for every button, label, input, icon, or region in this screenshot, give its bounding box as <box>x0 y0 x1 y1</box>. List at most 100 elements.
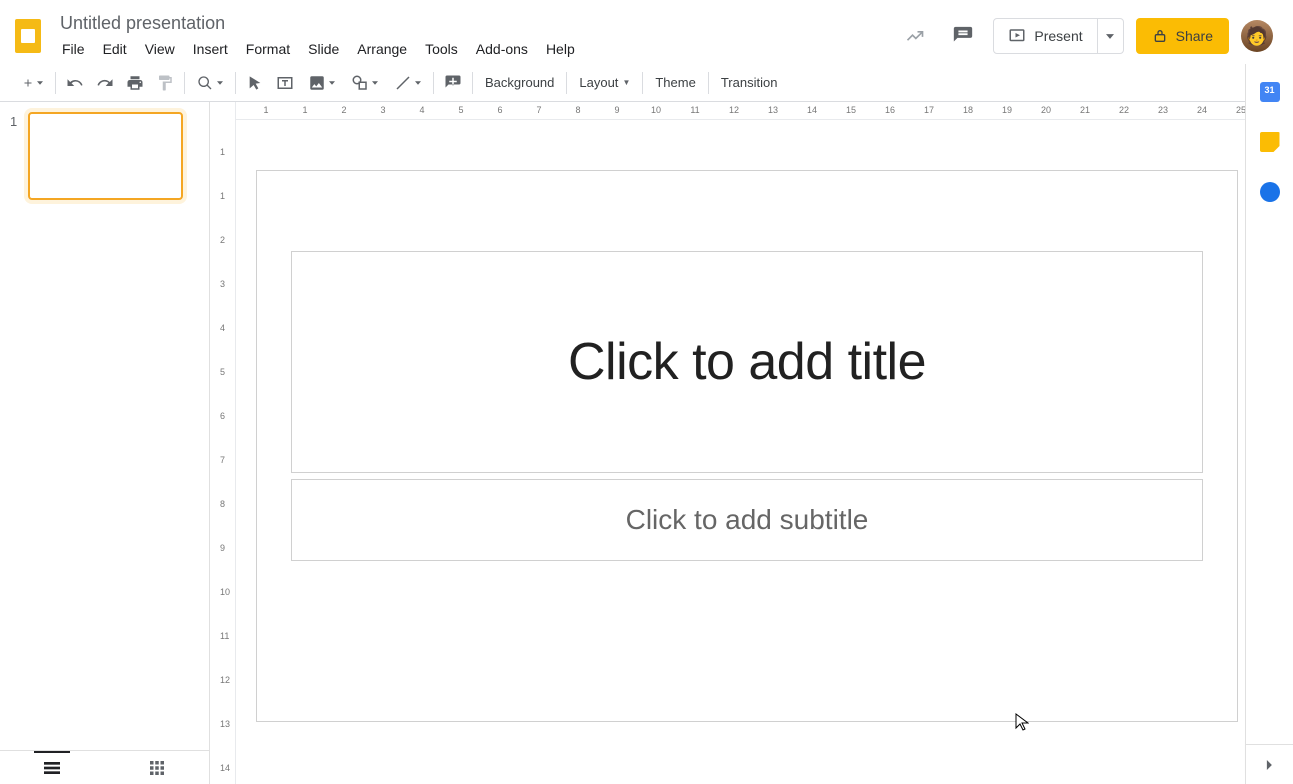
filmstrip-strip-view[interactable] <box>0 751 105 784</box>
insert-comment-button[interactable] <box>440 70 466 96</box>
background-button[interactable]: Background <box>477 70 562 96</box>
menu-file[interactable]: File <box>54 37 93 61</box>
ruler-tick: 5 <box>220 367 225 377</box>
menu-addons[interactable]: Add-ons <box>468 37 536 61</box>
slide-canvas[interactable]: Click to add title Click to add subtitle <box>256 170 1238 722</box>
zoom-button[interactable] <box>191 70 229 96</box>
ruler-tick: 11 <box>690 105 699 115</box>
tasks-addon-icon[interactable] <box>1260 182 1280 202</box>
menu-arrange[interactable]: Arrange <box>349 37 415 61</box>
shape-button[interactable] <box>345 70 384 96</box>
horizontal-ruler: 1123456789101112131415161718192021222324… <box>236 102 1293 120</box>
account-avatar[interactable]: 🧑 <box>1241 20 1273 52</box>
menu-edit[interactable]: Edit <box>95 37 135 61</box>
ruler-tick: 1 <box>220 191 225 201</box>
ruler-tick: 11 <box>220 631 229 641</box>
select-tool-button[interactable] <box>242 70 268 96</box>
ruler-tick: 19 <box>1002 105 1012 115</box>
ruler-tick: 8 <box>220 499 225 509</box>
mouse-cursor-icon <box>1015 713 1029 731</box>
ruler-tick: 9 <box>614 105 619 115</box>
menu-help[interactable]: Help <box>538 37 583 61</box>
ruler-tick: 16 <box>885 105 895 115</box>
ruler-tick: 23 <box>1158 105 1168 115</box>
ruler-tick: 18 <box>963 105 973 115</box>
ruler-tick: 22 <box>1119 105 1129 115</box>
line-button[interactable] <box>388 70 427 96</box>
menu-tools[interactable]: Tools <box>417 37 466 61</box>
ruler-tick: 4 <box>220 323 225 333</box>
paint-format-button[interactable] <box>152 70 178 96</box>
toolbar-separator <box>642 72 643 94</box>
present-button[interactable]: Present <box>994 19 1096 53</box>
toolbar: Background Layout▼ Theme Transition <box>0 64 1293 102</box>
app-body: 1 11234567891011121314 11234567891011121… <box>0 102 1293 784</box>
toolbar-separator <box>55 72 56 94</box>
layout-button[interactable]: Layout▼ <box>571 70 638 96</box>
title-block: Untitled presentation File Edit View Ins… <box>54 12 897 61</box>
side-panel-toggle[interactable] <box>1246 744 1293 784</box>
ruler-tick: 12 <box>729 105 739 115</box>
present-group: Present <box>993 18 1123 54</box>
ruler-tick: 1 <box>302 105 307 115</box>
new-slide-button[interactable] <box>16 70 49 96</box>
slides-logo[interactable] <box>8 16 48 56</box>
ruler-tick: 9 <box>220 543 225 553</box>
title-placeholder-box[interactable]: Click to add title <box>291 251 1203 473</box>
print-button[interactable] <box>122 70 148 96</box>
ruler-tick: 6 <box>497 105 502 115</box>
redo-button[interactable] <box>92 70 118 96</box>
menu-bar: File Edit View Insert Format Slide Arran… <box>54 37 897 61</box>
ruler-tick: 13 <box>768 105 778 115</box>
ruler-tick: 14 <box>220 763 230 773</box>
toolbar-separator <box>235 72 236 94</box>
ruler-tick: 10 <box>651 105 661 115</box>
ruler-tick: 7 <box>536 105 541 115</box>
document-title[interactable]: Untitled presentation <box>54 12 897 35</box>
textbox-button[interactable] <box>272 70 298 96</box>
menu-insert[interactable]: Insert <box>185 37 236 61</box>
side-panel <box>1245 64 1293 784</box>
share-button[interactable]: Share <box>1136 18 1229 54</box>
comments-icon[interactable] <box>945 18 981 54</box>
ruler-tick: 12 <box>220 675 230 685</box>
ruler-tick: 6 <box>220 411 225 421</box>
ruler-tick: 21 <box>1080 105 1090 115</box>
header-right: Present Share 🧑 <box>897 18 1273 54</box>
ruler-tick: 5 <box>458 105 463 115</box>
ruler-tick: 2 <box>220 235 225 245</box>
slide-thumbnail[interactable] <box>28 112 183 200</box>
canvas-area[interactable]: Click to add title Click to add subtitle <box>236 120 1293 784</box>
ruler-tick: 2 <box>341 105 346 115</box>
filmstrip-slide[interactable]: 1 <box>0 112 209 200</box>
undo-button[interactable] <box>62 70 88 96</box>
ruler-tick: 15 <box>846 105 856 115</box>
ruler-tick: 4 <box>419 105 424 115</box>
ruler-tick: 8 <box>575 105 580 115</box>
ruler-tick: 17 <box>924 105 934 115</box>
menu-view[interactable]: View <box>137 37 183 61</box>
title-placeholder-text: Click to add title <box>568 332 926 392</box>
toolbar-separator <box>708 72 709 94</box>
theme-button[interactable]: Theme <box>647 70 703 96</box>
transition-button[interactable]: Transition <box>713 70 786 96</box>
subtitle-placeholder-box[interactable]: Click to add subtitle <box>291 479 1203 561</box>
menu-slide[interactable]: Slide <box>300 37 347 61</box>
menu-format[interactable]: Format <box>238 37 298 61</box>
ruler-tick: 7 <box>220 455 225 465</box>
filmstrip-grid-view[interactable] <box>105 751 210 784</box>
ruler-tick: 14 <box>807 105 817 115</box>
share-label: Share <box>1176 28 1213 44</box>
ruler-tick: 24 <box>1197 105 1207 115</box>
activity-icon[interactable] <box>897 18 933 54</box>
filmstrip-panel: 1 <box>0 102 210 784</box>
editor-area: 11234567891011121314 1123456789101112131… <box>210 102 1293 784</box>
present-dropdown[interactable] <box>1097 19 1123 53</box>
document-header: Untitled presentation File Edit View Ins… <box>0 0 1293 64</box>
filmstrip-view-toggle <box>0 750 209 784</box>
keep-addon-icon[interactable] <box>1260 132 1280 152</box>
calendar-addon-icon[interactable] <box>1260 82 1280 102</box>
image-button[interactable] <box>302 70 341 96</box>
ruler-tick: 1 <box>263 105 268 115</box>
toolbar-separator <box>566 72 567 94</box>
